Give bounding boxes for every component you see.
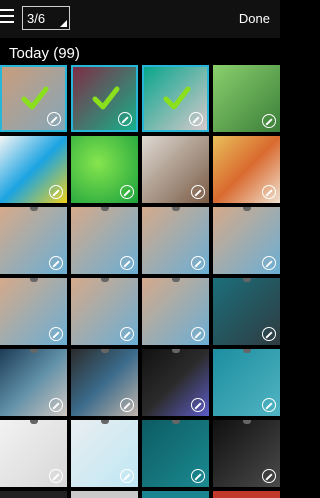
photo-tile[interactable]	[0, 278, 67, 345]
photo-tile[interactable]	[213, 65, 280, 132]
tile-tab-icon	[171, 278, 180, 282]
edit-icon[interactable]	[262, 185, 276, 199]
photo-tile[interactable]	[71, 278, 138, 345]
edit-icon[interactable]	[120, 185, 134, 199]
tile-tab-icon	[242, 278, 251, 282]
edit-icon[interactable]	[191, 398, 205, 412]
tile-tab-icon	[100, 207, 109, 211]
tile-tab-icon	[100, 420, 109, 424]
photo-tile[interactable]	[0, 491, 67, 498]
photo-tile[interactable]	[142, 136, 209, 203]
photo-tile[interactable]	[213, 349, 280, 416]
selection-counter[interactable]: 3/6	[22, 6, 70, 30]
edit-icon[interactable]	[262, 114, 276, 128]
photo-tile[interactable]	[213, 136, 280, 203]
photo-tile[interactable]	[0, 136, 67, 203]
photo-tile[interactable]	[142, 278, 209, 345]
done-button[interactable]: Done	[239, 11, 270, 26]
tile-tab-icon	[100, 349, 109, 353]
tile-tab-icon	[29, 420, 38, 424]
hamburger-menu-icon[interactable]	[0, 9, 14, 25]
edit-icon[interactable]	[49, 327, 63, 341]
edit-icon[interactable]	[262, 469, 276, 483]
photo-tile[interactable]	[142, 349, 209, 416]
edit-icon[interactable]	[189, 112, 203, 126]
edit-icon[interactable]	[49, 185, 63, 199]
photo-tile[interactable]	[142, 65, 209, 132]
selection-counter-label: 3/6	[27, 11, 46, 26]
photo-tile[interactable]	[142, 420, 209, 487]
edit-icon[interactable]	[262, 398, 276, 412]
tile-tab-icon	[171, 420, 180, 424]
tile-tab-icon	[29, 278, 38, 282]
photo-tile[interactable]	[213, 278, 280, 345]
edit-icon[interactable]	[120, 256, 134, 270]
photo-tile[interactable]	[71, 136, 138, 203]
edit-icon[interactable]	[262, 327, 276, 341]
edit-icon[interactable]	[191, 256, 205, 270]
tile-tab-icon	[242, 349, 251, 353]
section-title: Today (99)	[9, 45, 80, 62]
tile-tab-icon	[100, 278, 109, 282]
photo-tile[interactable]	[142, 207, 209, 274]
tile-tab-icon	[242, 420, 251, 424]
check-icon	[21, 86, 49, 110]
edit-icon[interactable]	[191, 469, 205, 483]
photo-tile[interactable]	[0, 65, 67, 132]
photo-tile[interactable]	[71, 65, 138, 132]
photo-tile[interactable]	[213, 420, 280, 487]
edit-icon[interactable]	[120, 398, 134, 412]
edit-icon[interactable]	[262, 256, 276, 270]
edit-icon[interactable]	[49, 469, 63, 483]
tile-tab-icon	[29, 207, 38, 211]
check-icon	[92, 86, 120, 110]
tile-tab-icon	[29, 349, 38, 353]
photo-tile[interactable]	[71, 207, 138, 274]
check-icon	[163, 86, 191, 110]
dropdown-triangle-icon	[60, 20, 67, 27]
edit-icon[interactable]	[118, 112, 132, 126]
photo-tile[interactable]	[0, 349, 67, 416]
photo-tile[interactable]	[142, 491, 209, 498]
tile-tab-icon	[242, 207, 251, 211]
edit-icon[interactable]	[47, 112, 61, 126]
edit-icon[interactable]	[120, 327, 134, 341]
photo-tile[interactable]	[0, 420, 67, 487]
photo-tile[interactable]	[71, 349, 138, 416]
top-bar: 3/6 Done	[0, 0, 280, 38]
photo-tile[interactable]	[0, 207, 67, 274]
photo-tile[interactable]	[71, 420, 138, 487]
edit-icon[interactable]	[191, 327, 205, 341]
tile-tab-icon	[171, 207, 180, 211]
edit-icon[interactable]	[49, 256, 63, 270]
edit-icon[interactable]	[191, 185, 205, 199]
edit-icon[interactable]	[49, 398, 63, 412]
photo-tile[interactable]	[213, 207, 280, 274]
photo-tile[interactable]	[213, 491, 280, 498]
photo-tile[interactable]	[71, 491, 138, 498]
edit-icon[interactable]	[120, 469, 134, 483]
tile-tab-icon	[171, 349, 180, 353]
